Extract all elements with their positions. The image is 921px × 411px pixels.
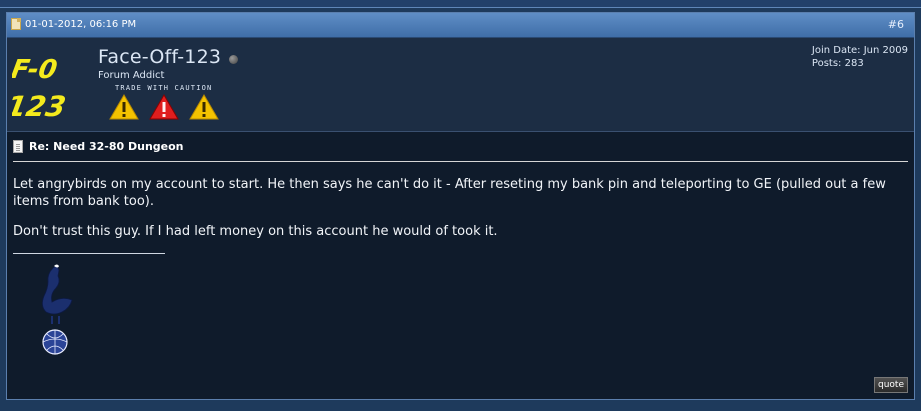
title-divider [13,161,908,162]
post-title-row: Re: Need 32-80 Dungeon [13,138,906,154]
username-link[interactable]: Face-Off-123 [98,46,221,68]
user-stats: Join Date: Jun 2009 Posts: 283 [812,44,908,70]
post-number-link[interactable]: #6 [888,18,904,31]
document-icon [13,139,23,153]
user-title: Forum Addict [98,70,165,81]
post-icon [11,18,21,30]
reputation-caption: TRADE WITH CAUTION [115,84,213,92]
status-offline-icon [229,55,238,64]
avatar-text-bottom: 123 [12,90,68,123]
user-info: F-0 123 Face-Off-123 Forum Addict TRADE … [7,38,914,132]
post-message: Let angrybirds on my account to start. H… [13,176,903,240]
avatar-text-top: F-0 [12,55,59,85]
post-date: 01-01-2012, 06:16 PM [25,18,137,30]
join-date: Join Date: Jun 2009 [811,45,908,56]
post-title: Re: Need 32-80 Dungeon [29,139,184,153]
post-header: 01-01-2012, 06:16 PM #6 [7,13,914,38]
quote-button[interactable]: quote [874,377,908,393]
page-top-strip [0,0,921,8]
signature-divider [13,253,165,254]
warning-icon [189,94,219,120]
message-paragraph: Let angrybirds on my account to start. H… [13,177,886,209]
message-paragraph: Don't trust this guy. If I had left mone… [13,224,498,239]
user-avatar[interactable]: F-0 123 [12,44,92,124]
warning-icon [109,94,139,120]
cockerel-signature-image [42,264,73,355]
post-date-wrap: 01-01-2012, 06:16 PM [11,18,136,30]
post-count: Posts: 283 [811,58,864,69]
post-content: Re: Need 32-80 Dungeon Let angrybirds on… [7,132,914,355]
forum-post: 01-01-2012, 06:16 PM #6 F-0 123 Face-Off… [6,12,915,400]
warning-icon [149,94,179,120]
